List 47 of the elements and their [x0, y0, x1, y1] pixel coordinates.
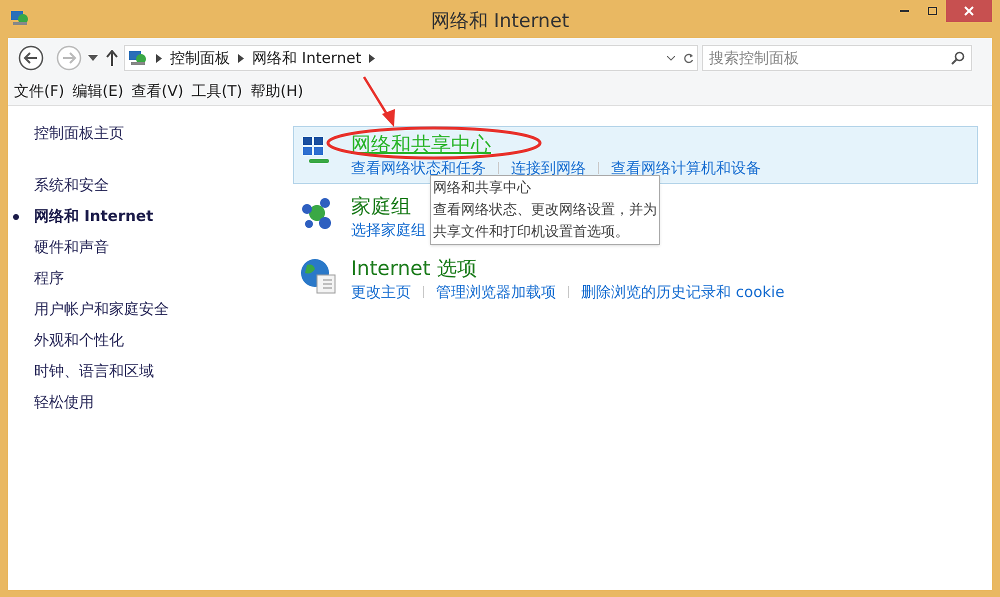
- tooltip-title: 网络和共享中心: [433, 179, 532, 198]
- menu-item[interactable]: 编辑(E): [68, 80, 128, 103]
- task-link[interactable]: 管理浏览器加载项: [436, 281, 556, 303]
- network-icon: [10, 9, 30, 27]
- up-arrow-icon[interactable]: [106, 50, 118, 66]
- sidebar-link[interactable]: 外观和个性化: [34, 328, 124, 352]
- search-icon: [951, 51, 965, 65]
- menu-item[interactable]: 工具(T): [188, 80, 246, 103]
- minimize-icon: [900, 10, 908, 12]
- search-field[interactable]: 搜索控制面板: [702, 45, 972, 71]
- dropdown-icon[interactable]: [667, 56, 675, 60]
- address-bar[interactable]: 控制面板 网络和 Internet: [124, 45, 698, 71]
- window-title: 网络和 Internet: [430, 9, 570, 34]
- sidebar-link[interactable]: 硬件和声音: [34, 236, 109, 258]
- sidebar-link[interactable]: 系统和安全: [34, 174, 109, 196]
- tooltip-text: 查看网络状态、更改网络设置，并为: [433, 201, 657, 220]
- sidebar-link[interactable]: 程序: [34, 266, 64, 290]
- task-link[interactable]: 更改主页: [351, 281, 411, 303]
- breadcrumb[interactable]: 控制面板: [170, 46, 230, 70]
- back-icon[interactable]: [18, 45, 44, 71]
- section-title-link[interactable]: 家庭组: [351, 193, 411, 219]
- maximize-icon: [928, 7, 936, 15]
- sidebar-link[interactable]: 轻松使用: [34, 390, 94, 414]
- task-link[interactable]: 连接到网络: [511, 157, 586, 179]
- refresh-icon[interactable]: [683, 52, 694, 64]
- bullet-icon: [13, 214, 19, 220]
- task-link[interactable]: 选择家庭组: [351, 219, 426, 241]
- task-link[interactable]: 查看网络状态和任务: [351, 157, 486, 179]
- chevron-icon[interactable]: [369, 54, 376, 62]
- sidebar-link[interactable]: 网络和 Internet: [34, 204, 154, 228]
- close-icon: [964, 6, 974, 16]
- sidebar-link[interactable]: 用户帐户和家庭安全: [34, 298, 169, 320]
- task-link[interactable]: 查看网络计算机和设备: [611, 157, 761, 179]
- menu-item[interactable]: 帮助(H): [246, 80, 308, 103]
- chevron-icon[interactable]: [238, 54, 244, 62]
- menu-item[interactable]: 查看(V): [128, 80, 188, 103]
- breadcrumb[interactable]: 网络和 Internet: [252, 46, 362, 70]
- section-title-link[interactable]: Internet 选项: [351, 255, 477, 281]
- close-button[interactable]: [946, 0, 992, 22]
- network-icon: [128, 49, 148, 67]
- sidebar-link[interactable]: 控制面板主页: [34, 122, 124, 144]
- dropdown-icon[interactable]: [88, 55, 98, 61]
- menu-item[interactable]: 文件(F): [10, 80, 68, 103]
- tooltip-text: 共享文件和打印机设置首选项。: [433, 223, 630, 242]
- chevron-icon[interactable]: [156, 54, 162, 62]
- sidebar-link[interactable]: 时钟、语言和区域: [34, 360, 154, 382]
- task-link[interactable]: 删除浏览的历史记录和 cookie: [581, 281, 784, 303]
